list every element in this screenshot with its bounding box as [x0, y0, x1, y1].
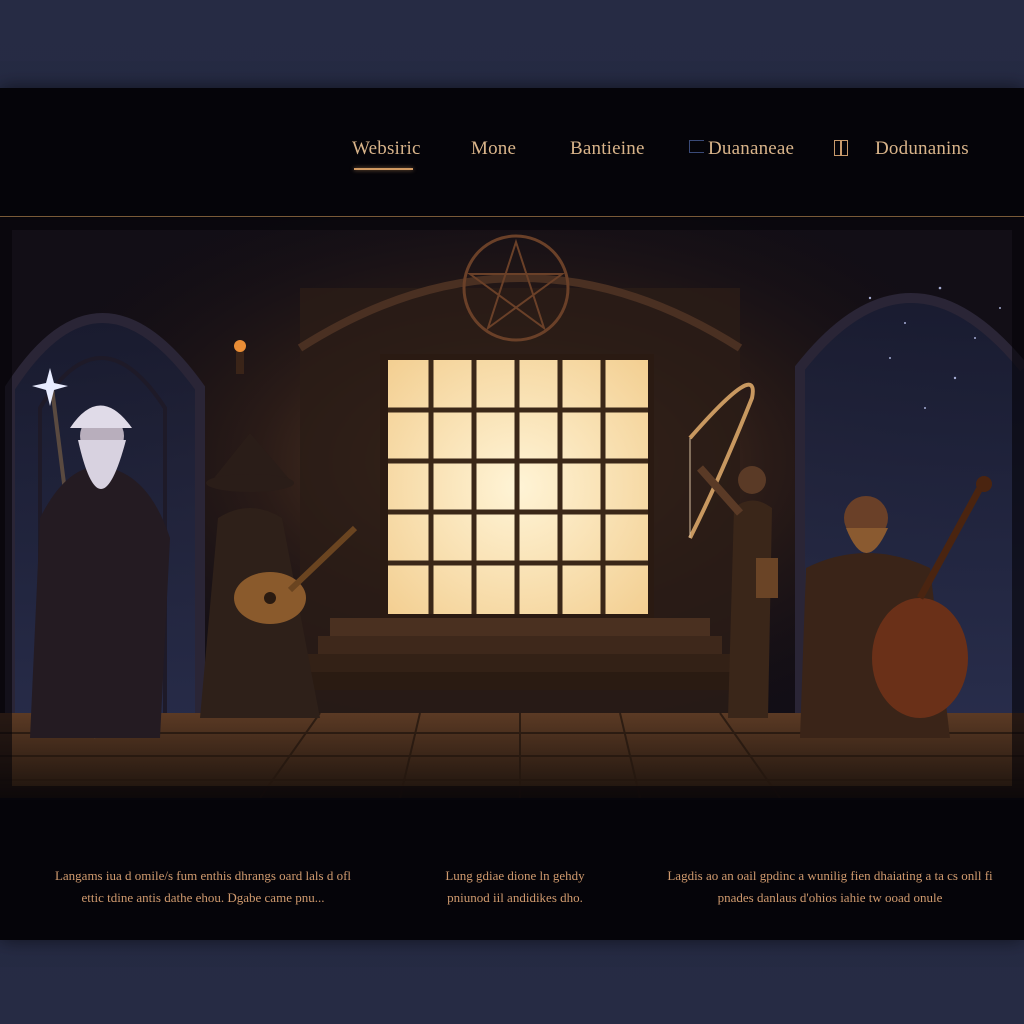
document-icon	[834, 140, 848, 156]
nav-item-dodunanins[interactable]: Dodunanins	[875, 138, 969, 160]
nav-item-label: Websiric	[352, 138, 421, 159]
nav-item-label: Duananeae	[708, 138, 795, 159]
flag-icon	[689, 140, 704, 153]
content-column-1: Langams iua d omile/s fum enthis dhrangs…	[54, 868, 352, 905]
nav-item-duananeae[interactable]: Duananeae	[689, 138, 794, 160]
nav-item-label: Mone	[471, 138, 517, 159]
hero-illustration	[0, 218, 1024, 798]
nav-item-bantieine[interactable]: Bantieine	[570, 138, 645, 160]
nav-item-label: Dodunanins	[875, 138, 969, 159]
active-underline	[354, 168, 413, 170]
nav-item-websiric[interactable]: Websiric	[352, 138, 421, 170]
nav-item-mone[interactable]: Mone	[471, 138, 516, 160]
content-column-3: Lagdis ao an oail gpdinc a wunilig fien …	[667, 868, 993, 905]
nav-item-label: Bantieine	[570, 138, 645, 159]
tavern-scene-image	[0, 218, 1024, 798]
site-header: Websiric Mone Bantieine Duananeae Doduna…	[0, 88, 1024, 217]
content-column-2: Lung gdiae dione ln gehdy pniunod iil an…	[445, 868, 585, 905]
page-backdrop: Websiric Mone Bantieine Duananeae Doduna…	[0, 0, 1024, 1024]
website-frame: Websiric Mone Bantieine Duananeae Doduna…	[0, 88, 1024, 940]
content-section: Langams iua d omile/s fum enthis dhrangs…	[0, 800, 1024, 940]
